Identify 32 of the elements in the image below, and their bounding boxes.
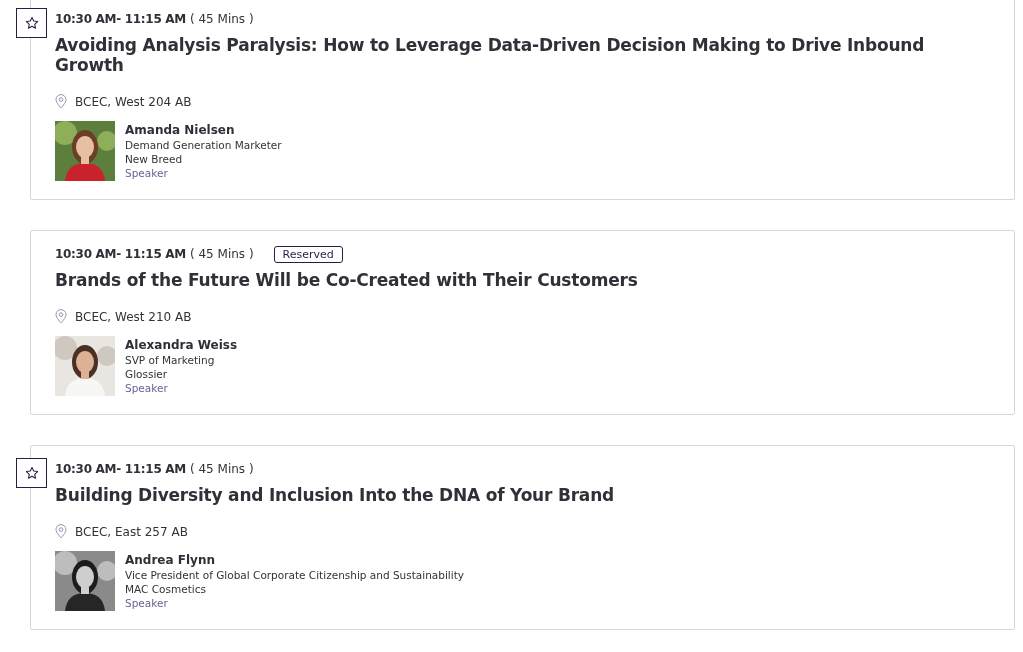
session-title[interactable]: Building Diversity and Inclusion Into the DNA of Your Brand (55, 485, 990, 505)
speaker-name[interactable]: Amanda Nielsen (125, 123, 282, 138)
speaker-company: New Breed (125, 152, 184, 166)
star-icon (24, 466, 39, 480)
session-location: BCEC, West 210 AB (75, 309, 192, 324)
location-pin-icon (55, 94, 67, 109)
speaker-company: Glossier (125, 367, 169, 381)
location-pin-icon (55, 524, 67, 539)
session-title[interactable]: Avoiding Analysis Paralysis: How to Leverage Data-Driven Decision Making to Drive Inbound Growth (55, 35, 990, 75)
session-duration: ( 45 Mins ) (189, 462, 254, 476)
star-icon (24, 16, 39, 30)
favorite-button[interactable] (16, 8, 47, 38)
session-location: BCEC, West 204 AB (75, 94, 192, 109)
session-time: 10:30 AM- 11:15 AM (55, 247, 186, 261)
speaker-job-title: SVP of Marketing (125, 353, 216, 367)
speaker-role: Speaker (125, 596, 169, 610)
speaker-name[interactable]: Andrea Flynn (125, 553, 464, 568)
favorite-button[interactable] (16, 458, 47, 488)
speaker-job-title: Vice President of Global Corporate Citizenship and Sustainability (125, 568, 464, 582)
session-time: 10:30 AM- 11:15 AM (55, 12, 186, 26)
session-time: 10:30 AM- 11:15 AM (55, 462, 186, 476)
speaker-role: Speaker (125, 381, 169, 395)
session-duration: ( 45 Mins ) (189, 247, 254, 261)
location-pin-icon (55, 309, 67, 324)
session-title[interactable]: Brands of the Future Will be Co-Created with Their Customers (55, 270, 990, 290)
session-duration: ( 45 Mins ) (189, 12, 254, 26)
reserved-badge: Reserved (273, 245, 343, 263)
speaker-name[interactable]: Alexandra Weiss (125, 338, 238, 353)
session-location: BCEC, East 257 AB (75, 524, 188, 539)
speaker-role: Speaker (125, 166, 169, 180)
speaker-company: MAC Cosmetics (125, 582, 207, 596)
speaker-job-title: Demand Generation Marketer (125, 138, 282, 152)
